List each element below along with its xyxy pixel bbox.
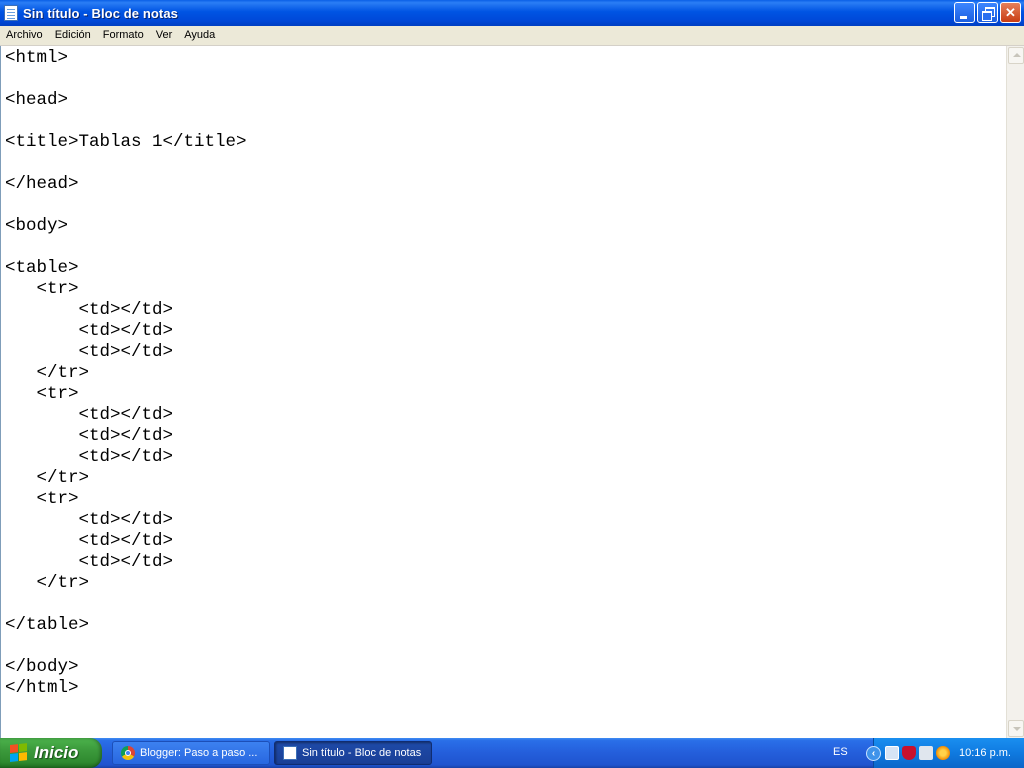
notepad-icon: [283, 746, 297, 760]
menu-ayuda[interactable]: Ayuda: [178, 26, 221, 45]
editor-line[interactable]: [5, 195, 1006, 216]
editor-line[interactable]: <title>Tablas 1</title>: [5, 132, 1006, 153]
editor-line[interactable]: </html>: [5, 678, 1006, 699]
editor-line[interactable]: [5, 153, 1006, 174]
editor-line[interactable]: <td></td>: [5, 552, 1006, 573]
editor-line[interactable]: </tr>: [5, 363, 1006, 384]
editor-line[interactable]: </head>: [5, 174, 1006, 195]
start-button[interactable]: Inicio: [0, 738, 102, 768]
window-controls: ✕: [954, 2, 1021, 23]
editor-content[interactable]: <html> <head> <title>Tablas 1</title> </hea…: [1, 46, 1006, 699]
windows-logo-icon: [10, 743, 28, 763]
minimize-button[interactable]: [954, 2, 975, 23]
editor-line[interactable]: <td></td>: [5, 321, 1006, 342]
editor-line[interactable]: <td></td>: [5, 342, 1006, 363]
editor-line[interactable]: <html>: [5, 48, 1006, 69]
editor-line[interactable]: <table>: [5, 258, 1006, 279]
menu-ver[interactable]: Ver: [150, 26, 179, 45]
clock[interactable]: 10:16 p.m.: [959, 747, 1011, 759]
editor-line[interactable]: <td></td>: [5, 405, 1006, 426]
show-hidden-icons-button[interactable]: ‹: [866, 745, 881, 761]
editor-line[interactable]: </tr>: [5, 573, 1006, 594]
editor-line[interactable]: [5, 636, 1006, 657]
scroll-up-button[interactable]: [1008, 47, 1024, 64]
arrow-down-icon: [1013, 727, 1021, 731]
editor-line[interactable]: [5, 594, 1006, 615]
start-label: Inicio: [34, 743, 79, 762]
menu-archivo[interactable]: Archivo: [0, 26, 49, 45]
editor-line[interactable]: </body>: [5, 657, 1006, 678]
taskbar-item-notepad[interactable]: Sin título - Bloc de notas: [274, 741, 432, 765]
system-tray: ‹ 10:16 p.m.: [866, 738, 1024, 768]
network-icon[interactable]: [885, 746, 899, 760]
tool-icon[interactable]: [919, 746, 933, 760]
text-editor[interactable]: <html> <head> <title>Tablas 1</title> </hea…: [0, 46, 1006, 738]
editor-line[interactable]: <head>: [5, 90, 1006, 111]
editor-line[interactable]: </tr>: [5, 468, 1006, 489]
taskbar: Inicio Blogger: Paso a paso ... Sin títu…: [0, 738, 1024, 768]
update-icon[interactable]: [936, 746, 950, 760]
editor-line[interactable]: [5, 111, 1006, 132]
close-button[interactable]: ✕: [1000, 2, 1021, 23]
title-bar[interactable]: Sin título - Bloc de notas ✕: [0, 0, 1024, 26]
editor-line[interactable]: [5, 237, 1006, 258]
editor-line[interactable]: <tr>: [5, 384, 1006, 405]
scroll-down-button[interactable]: [1008, 720, 1024, 737]
restore-button[interactable]: [977, 2, 998, 23]
taskbar-item-label: Blogger: Paso a paso ...: [140, 747, 258, 759]
window-title: Sin título - Bloc de notas: [23, 5, 178, 21]
editor-line[interactable]: <tr>: [5, 279, 1006, 300]
editor-line[interactable]: <td></td>: [5, 426, 1006, 447]
chrome-icon: [121, 746, 135, 760]
editor-line[interactable]: <tr>: [5, 489, 1006, 510]
menu-edicion[interactable]: Edición: [49, 26, 97, 45]
minimize-icon: [960, 16, 967, 19]
editor-line[interactable]: <td></td>: [5, 510, 1006, 531]
editor-line[interactable]: <td></td>: [5, 531, 1006, 552]
taskbar-item-label: Sin título - Bloc de notas: [302, 747, 422, 759]
editor-line[interactable]: [5, 69, 1006, 90]
editor-line[interactable]: </table>: [5, 615, 1006, 636]
language-indicator[interactable]: ES: [833, 746, 848, 758]
arrow-up-icon: [1013, 53, 1021, 57]
close-icon: ✕: [1005, 5, 1016, 20]
vertical-scrollbar[interactable]: [1006, 46, 1024, 738]
notepad-icon: [4, 5, 18, 21]
editor-line[interactable]: <body>: [5, 216, 1006, 237]
menu-formato[interactable]: Formato: [97, 26, 150, 45]
menu-bar: Archivo Edición Formato Ver Ayuda: [0, 26, 1024, 46]
security-shield-icon[interactable]: [902, 746, 916, 760]
editor-line[interactable]: <td></td>: [5, 447, 1006, 468]
editor-line[interactable]: <td></td>: [5, 300, 1006, 321]
taskbar-item-blogger[interactable]: Blogger: Paso a paso ...: [112, 741, 270, 765]
